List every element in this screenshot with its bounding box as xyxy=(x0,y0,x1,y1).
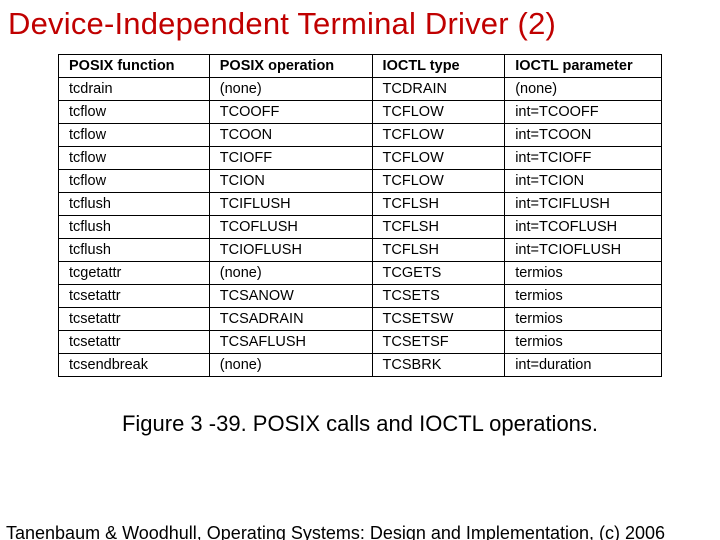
cell-ioctl-param: int=TCOFLUSH xyxy=(505,216,662,239)
cell-ioctl-param: int=TCIFLUSH xyxy=(505,193,662,216)
table-row: tcflow TCION TCFLOW int=TCION xyxy=(59,170,662,193)
slide: Device-Independent Terminal Driver (2) P… xyxy=(0,0,720,540)
cell-ioctl-type: TCGETS xyxy=(372,262,505,285)
cell-function: tcgetattr xyxy=(59,262,210,285)
cell-operation: TCSADRAIN xyxy=(209,308,372,331)
cell-ioctl-param: int=TCIOFLUSH xyxy=(505,239,662,262)
cell-function: tcflow xyxy=(59,124,210,147)
cell-ioctl-type: TCFLOW xyxy=(372,124,505,147)
cell-function: tcdrain xyxy=(59,78,210,101)
cell-ioctl-type: TCFLSH xyxy=(372,193,505,216)
table-row: tcflush TCIFLUSH TCFLSH int=TCIFLUSH xyxy=(59,193,662,216)
cell-ioctl-param: int=duration xyxy=(505,354,662,377)
posix-ioctl-table: POSIX function POSIX operation IOCTL typ… xyxy=(58,54,662,377)
cell-ioctl-type: TCFLOW xyxy=(372,147,505,170)
cell-ioctl-type: TCFLSH xyxy=(372,239,505,262)
cell-function: tcflow xyxy=(59,147,210,170)
table-row: tcflow TCOOFF TCFLOW int=TCOOFF xyxy=(59,101,662,124)
slide-footer: Tanenbaum & Woodhull, Operating Systems:… xyxy=(0,523,671,540)
cell-ioctl-param: int=TCOON xyxy=(505,124,662,147)
cell-operation: TCOOFF xyxy=(209,101,372,124)
cell-function: tcflush xyxy=(59,239,210,262)
cell-ioctl-param: termios xyxy=(505,262,662,285)
table-row: tcsendbreak (none) TCSBRK int=duration xyxy=(59,354,662,377)
cell-ioctl-param: termios xyxy=(505,331,662,354)
cell-ioctl-type: TCFLOW xyxy=(372,101,505,124)
table-row: tcsetattr TCSANOW TCSETS termios xyxy=(59,285,662,308)
cell-ioctl-param: termios xyxy=(505,308,662,331)
cell-function: tcsetattr xyxy=(59,285,210,308)
table-container: POSIX function POSIX operation IOCTL typ… xyxy=(58,54,662,377)
header-ioctl-type: IOCTL type xyxy=(372,55,505,78)
cell-operation: TCION xyxy=(209,170,372,193)
cell-ioctl-param: int=TCIOFF xyxy=(505,147,662,170)
cell-operation: (none) xyxy=(209,354,372,377)
cell-function: tcflow xyxy=(59,101,210,124)
table-row: tcflow TCOON TCFLOW int=TCOON xyxy=(59,124,662,147)
table-row: tcflow TCIOFF TCFLOW int=TCIOFF xyxy=(59,147,662,170)
cell-function: tcflow xyxy=(59,170,210,193)
header-ioctl-parameter: IOCTL parameter xyxy=(505,55,662,78)
cell-ioctl-type: TCSETSF xyxy=(372,331,505,354)
slide-title: Device-Independent Terminal Driver (2) xyxy=(0,0,720,46)
cell-ioctl-type: TCSBRK xyxy=(372,354,505,377)
cell-operation: TCIFLUSH xyxy=(209,193,372,216)
cell-operation: TCOON xyxy=(209,124,372,147)
cell-ioctl-type: TCDRAIN xyxy=(372,78,505,101)
table-row: tcsetattr TCSADRAIN TCSETSW termios xyxy=(59,308,662,331)
cell-operation: TCIOFLUSH xyxy=(209,239,372,262)
header-posix-function: POSIX function xyxy=(59,55,210,78)
cell-ioctl-param: termios xyxy=(505,285,662,308)
cell-operation: TCIOFF xyxy=(209,147,372,170)
cell-function: tcflush xyxy=(59,216,210,239)
cell-ioctl-type: TCSETSW xyxy=(372,308,505,331)
cell-operation: (none) xyxy=(209,78,372,101)
cell-operation: TCSANOW xyxy=(209,285,372,308)
cell-ioctl-param: int=TCOOFF xyxy=(505,101,662,124)
figure-caption: Figure 3 -39. POSIX calls and IOCTL oper… xyxy=(0,411,720,437)
cell-function: tcsetattr xyxy=(59,331,210,354)
table-row: tcflush TCOFLUSH TCFLSH int=TCOFLUSH xyxy=(59,216,662,239)
cell-operation: (none) xyxy=(209,262,372,285)
cell-ioctl-param: (none) xyxy=(505,78,662,101)
table-row: tcflush TCIOFLUSH TCFLSH int=TCIOFLUSH xyxy=(59,239,662,262)
cell-ioctl-param: int=TCION xyxy=(505,170,662,193)
table-row: tcdrain (none) TCDRAIN (none) xyxy=(59,78,662,101)
cell-ioctl-type: TCFLSH xyxy=(372,216,505,239)
table-body: tcdrain (none) TCDRAIN (none) tcflow TCO… xyxy=(59,78,662,377)
table-header-row: POSIX function POSIX operation IOCTL typ… xyxy=(59,55,662,78)
header-posix-operation: POSIX operation xyxy=(209,55,372,78)
table-row: tcgetattr (none) TCGETS termios xyxy=(59,262,662,285)
cell-function: tcsendbreak xyxy=(59,354,210,377)
cell-ioctl-type: TCSETS xyxy=(372,285,505,308)
table-row: tcsetattr TCSAFLUSH TCSETSF termios xyxy=(59,331,662,354)
cell-ioctl-type: TCFLOW xyxy=(372,170,505,193)
cell-operation: TCOFLUSH xyxy=(209,216,372,239)
cell-function: tcflush xyxy=(59,193,210,216)
cell-operation: TCSAFLUSH xyxy=(209,331,372,354)
cell-function: tcsetattr xyxy=(59,308,210,331)
